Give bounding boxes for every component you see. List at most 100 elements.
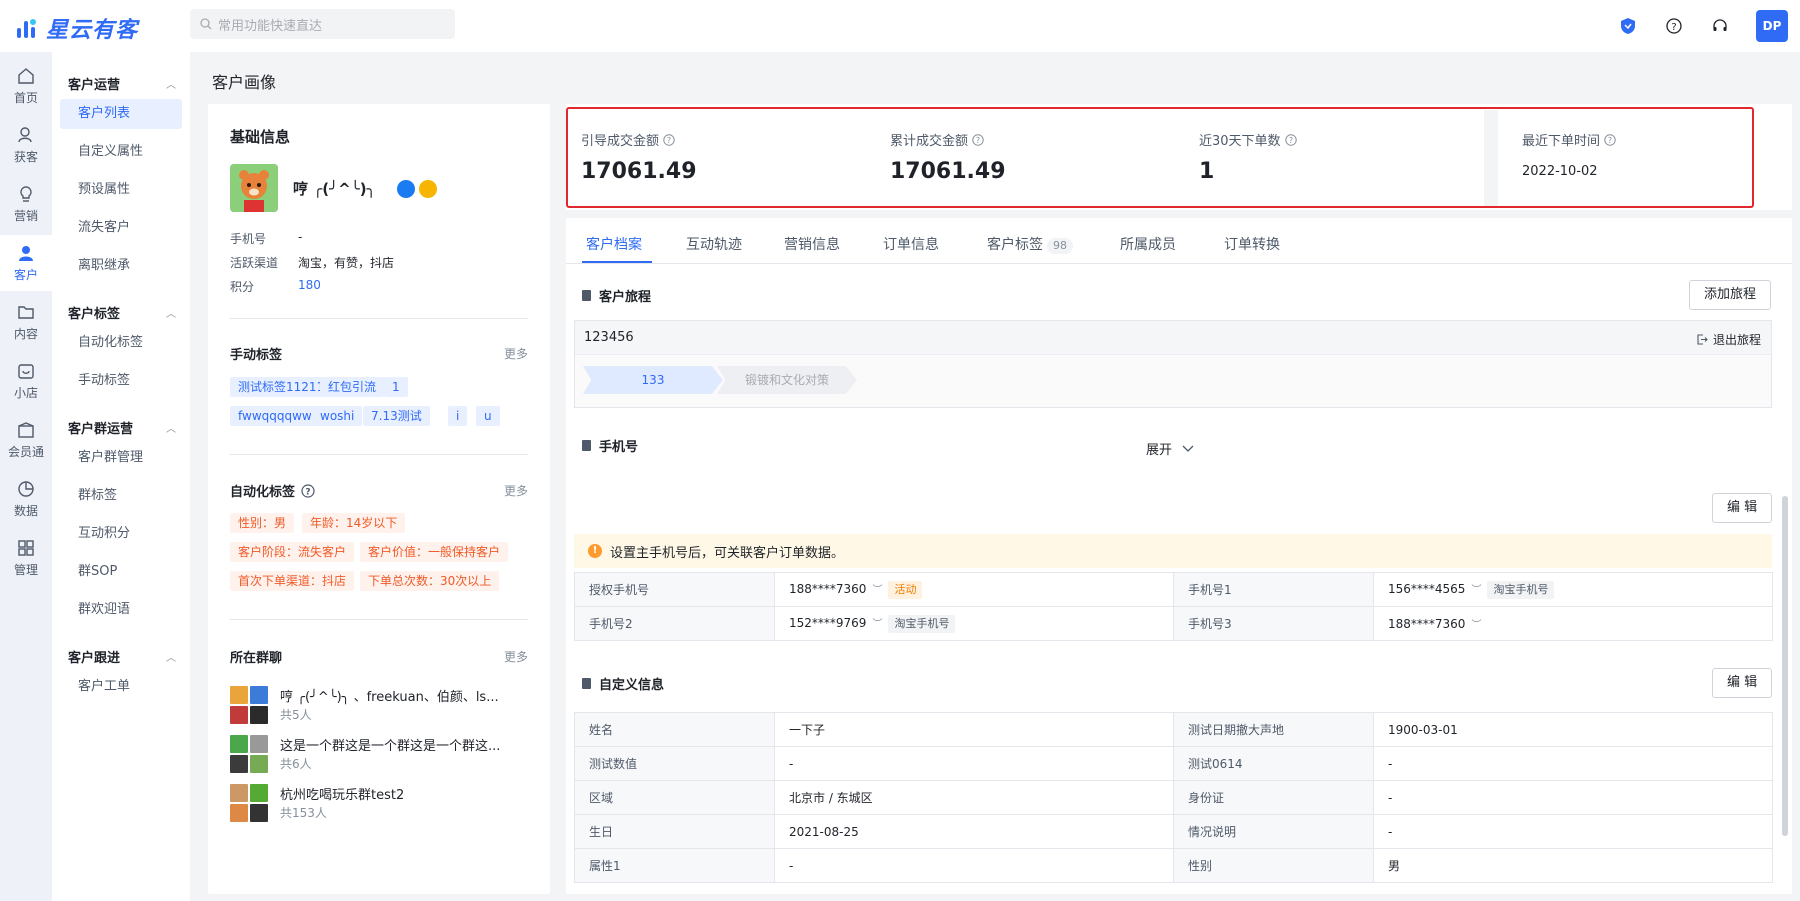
manual-tag[interactable]: 红包引流 bbox=[320, 377, 385, 397]
tab-item[interactable]: 互动轨迹 bbox=[686, 234, 742, 254]
reveal-eye-icon[interactable]: ︶ bbox=[1471, 616, 1481, 631]
auto-tag[interactable]: 下单总次数：30次以上 bbox=[360, 571, 500, 591]
menu-item[interactable]: 离职继承 bbox=[60, 251, 182, 281]
menu-item[interactable]: 自动化标签 bbox=[60, 328, 182, 358]
journey-step[interactable]: 锻镀和文化对策 bbox=[717, 366, 857, 394]
group-chat-item[interactable]: 哼 ╭(╯^╰)╮ 、freekuan、伯颜、ls... 共5人 bbox=[230, 686, 530, 728]
menu-group-title[interactable]: 客户跟进 ︿ bbox=[68, 647, 176, 666]
group-chat-item[interactable]: 这是一个群这是一个群这是一个群这... 共6人 bbox=[230, 735, 530, 777]
tab-item[interactable]: 订单转换 bbox=[1224, 234, 1280, 254]
manual-tags-more-link[interactable]: 更多 bbox=[504, 345, 528, 362]
nav-acquire[interactable]: 获客 bbox=[0, 117, 52, 173]
channel-miniapp-icon bbox=[419, 180, 437, 198]
reveal-eye-icon[interactable]: ︶ bbox=[872, 615, 882, 630]
basic-info-card: 基础信息 哼 ╭(╯^╰)╮ 手机号 - 活跃渠道 淘宝，有赞，抖店 积分 18… bbox=[208, 104, 550, 894]
headset-icon[interactable] bbox=[1710, 16, 1730, 36]
tab-item[interactable]: 所属成员 bbox=[1120, 234, 1176, 254]
nav-shop[interactable]: 小店 bbox=[0, 353, 52, 409]
section-icon bbox=[582, 290, 591, 301]
field-value: 一下子 bbox=[774, 712, 1174, 747]
menu-item[interactable]: 客户群管理 bbox=[60, 443, 182, 473]
tab-item[interactable]: 订单信息 bbox=[883, 234, 939, 254]
nav-data[interactable]: 数据 bbox=[0, 471, 52, 527]
menu-group-title[interactable]: 客户运营 ︿ bbox=[68, 74, 176, 93]
menu-item[interactable]: 预设属性 bbox=[60, 175, 182, 205]
group-name: 哼 ╭(╯^╰)╮ 、freekuan、伯颜、ls... bbox=[280, 690, 499, 705]
nav-manage[interactable]: 管理 bbox=[0, 530, 52, 586]
info-icon[interactable]: ? bbox=[972, 133, 984, 146]
menu-item[interactable]: 客户工单 bbox=[60, 672, 182, 702]
manual-tag[interactable]: woshi bbox=[312, 406, 363, 426]
custom-info-table: 姓名 一下子 测试日期撤大声地 1900-03-01 测试数值 - 测试0614- 区域 北京市… bbox=[574, 712, 1773, 883]
field-label: 测试数值 bbox=[574, 746, 775, 781]
app-logo[interactable]: 星云有客 bbox=[14, 12, 138, 44]
nav-home[interactable]: 首页 bbox=[0, 58, 52, 114]
help-icon[interactable]: ? bbox=[301, 483, 315, 498]
auto-tag[interactable]: 首次下单渠道：抖店 bbox=[230, 571, 355, 591]
nav-member[interactable]: 会员通 bbox=[0, 412, 52, 468]
menu-item[interactable]: 手动标签 bbox=[60, 366, 182, 396]
reveal-eye-icon[interactable]: ︶ bbox=[872, 581, 882, 596]
search-input[interactable]: 常用功能快速直达 bbox=[190, 9, 455, 39]
group-name: 杭州吃喝玩乐群test2 bbox=[280, 788, 405, 803]
group-avatar bbox=[230, 735, 268, 773]
section-icon bbox=[582, 440, 591, 451]
tab-item[interactable]: 客户标签 98 bbox=[987, 234, 1073, 254]
field-label: 情况说明 bbox=[1173, 814, 1374, 849]
field-value: 188****7360 ︶ 活动 bbox=[774, 572, 1174, 607]
add-journey-button[interactable]: 添加旅程 bbox=[1689, 280, 1772, 310]
tab-item[interactable]: 营销信息 bbox=[784, 234, 840, 254]
menu-item[interactable]: 流失客户 bbox=[60, 213, 182, 243]
manual-tag[interactable]: 7.13测试 bbox=[363, 406, 430, 426]
expand-toggle[interactable]: 展开 bbox=[1146, 439, 1194, 458]
chevron-up-icon: ︿ bbox=[166, 424, 176, 435]
nav-label: 数据 bbox=[13, 504, 38, 518]
table-row: 区域 北京市 / 东城区 身份证 - bbox=[574, 780, 1773, 815]
manual-tag[interactable]: 1 bbox=[384, 377, 408, 397]
edit-custom-info-button[interactable]: 编 辑 bbox=[1712, 668, 1773, 698]
tab-item[interactable]: 客户档案 bbox=[586, 234, 642, 254]
menu-item[interactable]: 自定义属性 bbox=[60, 137, 182, 167]
info-icon[interactable]: ? bbox=[1284, 133, 1297, 146]
nav-content[interactable]: 内容 bbox=[0, 294, 52, 350]
field-value: 152****9769 ︶ 淘宝手机号 bbox=[774, 606, 1174, 641]
manual-tag[interactable]: u bbox=[476, 406, 500, 426]
info-icon[interactable]: ? bbox=[1604, 133, 1616, 146]
edit-phone-button[interactable]: 编 辑 bbox=[1712, 493, 1773, 523]
group-chat-item[interactable]: 杭州吃喝玩乐群test2 共153人 bbox=[230, 784, 530, 826]
nav-customer[interactable]: 客户 bbox=[0, 235, 52, 291]
journey-title: 客户旅程 bbox=[582, 286, 651, 305]
auto-tag[interactable]: 年龄：14岁以下 bbox=[302, 513, 406, 533]
manual-tag[interactable]: fwwqqqqww bbox=[230, 406, 320, 426]
exit-journey-button[interactable]: 退出旅程 bbox=[1697, 331, 1761, 348]
auto-tag[interactable]: 性别：男 bbox=[230, 513, 295, 533]
menu-item[interactable]: 群SOP bbox=[60, 557, 182, 587]
stat-label: 引导成交金额? bbox=[581, 130, 675, 149]
auto-tag[interactable]: 客户价值：一般保持客户 bbox=[360, 542, 509, 562]
user-avatar[interactable]: DP bbox=[1756, 10, 1788, 42]
nav-marketing[interactable]: 营销 bbox=[0, 176, 52, 232]
menu-item[interactable]: 互动积分 bbox=[60, 519, 182, 549]
manual-tag[interactable]: 测试标签11211 bbox=[230, 377, 333, 397]
manual-tag[interactable]: i bbox=[448, 406, 468, 426]
auto-tag[interactable]: 客户阶段：流失客户 bbox=[230, 542, 355, 562]
group-member-count: 共153人 bbox=[280, 806, 327, 820]
field-label: 属性1 bbox=[574, 848, 775, 883]
menu-item[interactable]: 客户列表 bbox=[60, 99, 182, 129]
scrollbar[interactable] bbox=[1782, 496, 1788, 836]
menu-group-title[interactable]: 客户标签 ︿ bbox=[68, 303, 176, 322]
help-icon[interactable]: ? bbox=[1664, 16, 1684, 36]
groups-more-link[interactable]: 更多 bbox=[504, 648, 528, 665]
menu-group-title[interactable]: 客户群运营 ︿ bbox=[68, 418, 176, 437]
points-value[interactable]: 180 bbox=[298, 278, 321, 292]
menu-item[interactable]: 群标签 bbox=[60, 481, 182, 511]
reveal-eye-icon[interactable]: ︶ bbox=[1471, 581, 1481, 596]
info-icon[interactable]: ? bbox=[663, 133, 675, 146]
auto-tags-more-link[interactable]: 更多 bbox=[504, 482, 528, 499]
journey-step[interactable]: 133 bbox=[583, 366, 723, 394]
home-icon bbox=[18, 68, 34, 84]
field-label: 测试0614 bbox=[1173, 746, 1374, 781]
menu-item[interactable]: 群欢迎语 bbox=[60, 595, 182, 625]
stat-value: 1 bbox=[1199, 159, 1215, 184]
shield-badge-icon[interactable] bbox=[1618, 16, 1638, 36]
